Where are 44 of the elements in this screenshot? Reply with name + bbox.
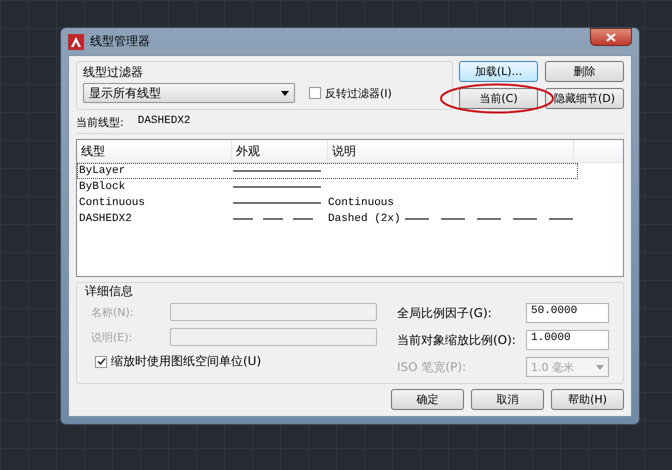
input-field[interactable] — [170, 328, 377, 346]
column-header[interactable]: 说明 — [328, 140, 574, 162]
dialog-button[interactable]: 帮助(H) — [551, 389, 624, 410]
linetype-name: DASHEDX2 — [78, 213, 133, 225]
filter-dropdown[interactable]: 显示所有线型 — [83, 83, 295, 103]
input-field[interactable]: 1.0000 — [526, 330, 609, 350]
dropdown-arrow-icon — [596, 364, 604, 370]
window-title: 线型管理器 — [90, 33, 150, 50]
close-button[interactable] — [590, 28, 632, 46]
linetype-row[interactable]: ByLayer — [77, 163, 578, 179]
linetype-row[interactable]: DASHEDX2 Dashed (2x) — [77, 211, 578, 227]
linetype-row[interactable]: Continuous Continuous — [77, 195, 578, 211]
field-label: 当前对象缩放比例(O): — [397, 332, 516, 348]
dropdown-arrow-icon — [281, 90, 289, 96]
group-label: 线型过滤器 — [83, 64, 144, 81]
checkbox-label: 反转过滤器(I) — [325, 86, 392, 100]
linetype-name: Continuous — [78, 197, 146, 209]
dialog-button[interactable]: 当前(C) — [459, 88, 538, 109]
column-header[interactable]: 线型 — [77, 140, 232, 162]
app-logo-icon — [68, 34, 84, 50]
field-label: 全局比例因子(G): — [397, 304, 492, 322]
linetype-name: ByLayer — [78, 165, 126, 177]
close-icon — [606, 32, 616, 42]
linetype-name: ByBlock — [78, 181, 126, 193]
field-label: 名称(N): — [90, 304, 135, 320]
field-label: 说明(E): — [90, 330, 134, 344]
input-field[interactable]: 50.0000 — [526, 303, 609, 323]
field-label: ISO 笔宽(P): — [397, 358, 466, 376]
input-field[interactable] — [170, 303, 377, 321]
column-header[interactable]: 外观 — [232, 140, 328, 162]
current-linetype-label: 当前线型: — [76, 115, 124, 130]
linetype-row[interactable]: ByBlock — [77, 179, 578, 195]
checkbox-label: 缩放时使用图纸空间单位(U) — [111, 353, 262, 370]
linetype-description: Continuous — [328, 197, 394, 209]
dialog-button[interactable]: 取消 — [471, 389, 544, 410]
current-linetype-value: DASHEDX2 — [138, 115, 191, 129]
linetype-description: Dashed (2x) — [328, 213, 401, 225]
dialog-button[interactable]: 隐藏细节(D) — [545, 88, 624, 109]
dialog-button[interactable]: 加载(L)... — [459, 61, 538, 82]
checkbox[interactable] — [95, 356, 107, 368]
group-label: 详细信息 — [85, 283, 134, 300]
checkbox[interactable] — [309, 87, 321, 99]
dialog-button[interactable]: 确定 — [391, 389, 464, 410]
dialog-button[interactable]: 删除 — [545, 61, 624, 82]
